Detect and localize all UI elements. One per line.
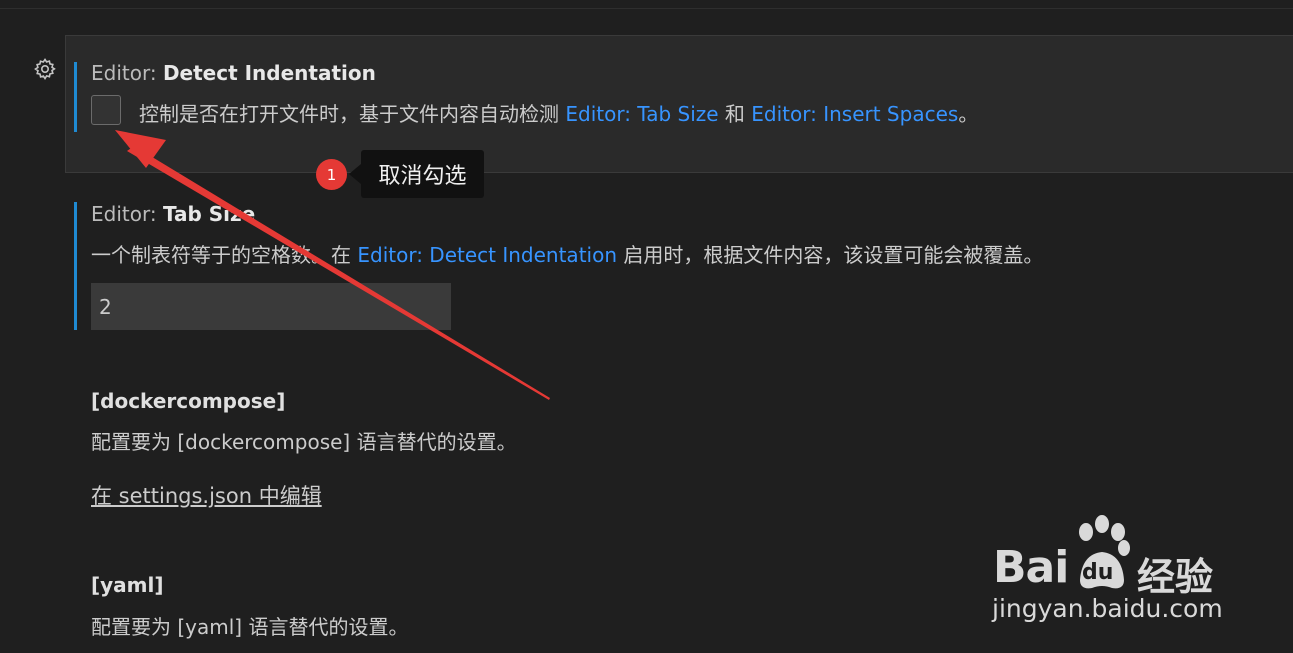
gear-icon[interactable] — [33, 57, 57, 81]
detect-indentation-title: Editor: Detect Indentation — [91, 61, 376, 85]
description-suffix: 。 — [958, 102, 979, 126]
modified-indicator-bar — [74, 62, 77, 132]
dockercompose-title: [dockercompose] — [91, 389, 286, 413]
modified-indicator-bar — [74, 202, 77, 330]
description-text: 启用时，根据文件内容，该设置可能会被覆盖。 — [623, 243, 1044, 267]
watermark-product: 经验 — [1137, 555, 1214, 599]
watermark-brand-left: Bai — [993, 542, 1069, 593]
top-divider — [0, 8, 1293, 9]
description-text: 控制是否在打开文件时，基于文件内容自动检测 — [139, 102, 559, 126]
detect-indentation-link[interactable]: Editor: Detect Indentation — [357, 243, 617, 267]
detect-indentation-checkbox[interactable] — [91, 95, 121, 125]
tooltip-pointer — [349, 164, 361, 184]
yaml-description: 配置要为 [yaml] 语言替代的设置。 — [91, 615, 409, 639]
dockercompose-description: 配置要为 [dockercompose] 语言替代的设置。 — [91, 430, 517, 454]
setting-category: Editor: — [91, 61, 157, 85]
setting-name: Tab Size — [162, 202, 256, 226]
edit-in-settings-json-link[interactable]: 在 settings.json 中编辑 — [91, 480, 322, 510]
settings-page: Editor: Detect Indentation 控制是否在打开文件时，基于… — [0, 0, 1293, 653]
tab-size-input[interactable]: 2 — [91, 283, 451, 330]
connector-text: 和 — [724, 102, 745, 126]
description-text: 一个制表符等于的空格数。在 — [91, 243, 351, 267]
watermark-brand-right: du — [1082, 560, 1114, 585]
baidu-watermark: Bai du 经验 jingyan.baidu.com — [990, 510, 1230, 630]
setting-name: Detect Indentation — [162, 61, 376, 85]
tab-size-value: 2 — [99, 294, 112, 319]
tab-size-link[interactable]: Editor: Tab Size — [565, 102, 718, 126]
annotation-tooltip: 取消勾选 — [361, 150, 484, 198]
detect-indentation-description: 控制是否在打开文件时，基于文件内容自动检测 Editor: Tab Size 和… — [139, 98, 978, 127]
tab-size-title: Editor: Tab Size — [91, 202, 255, 226]
watermark-url: jingyan.baidu.com — [992, 594, 1223, 623]
tab-size-description: 一个制表符等于的空格数。在 Editor: Detect Indentation… — [91, 239, 1043, 268]
step-badge: 1 — [316, 159, 347, 190]
yaml-title: [yaml] — [91, 573, 164, 597]
setting-category: Editor: — [91, 202, 157, 226]
insert-spaces-link[interactable]: Editor: Insert Spaces — [751, 102, 958, 126]
